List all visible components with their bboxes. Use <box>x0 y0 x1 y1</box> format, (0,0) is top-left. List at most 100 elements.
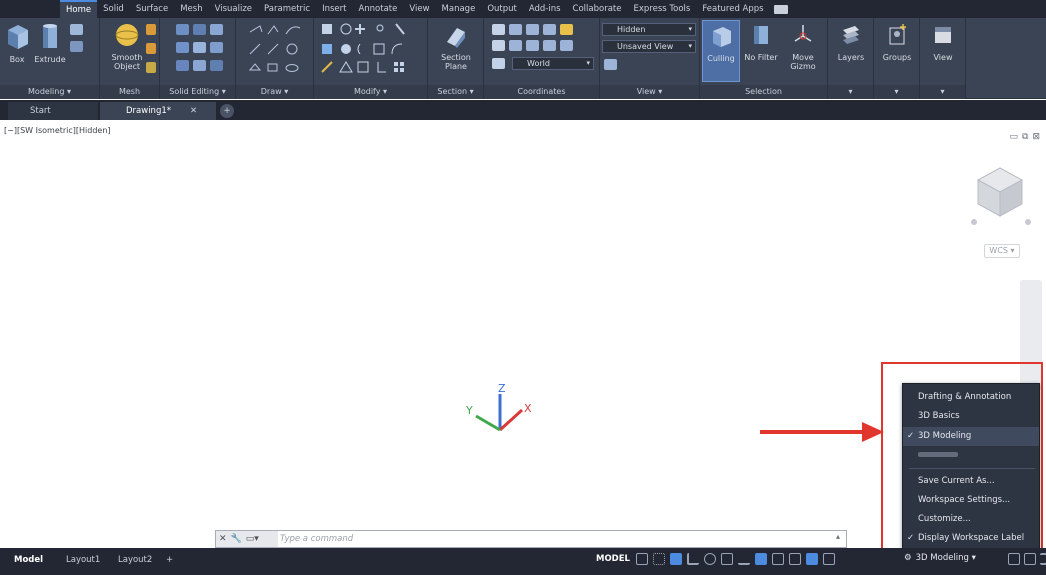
isodraft-icon[interactable] <box>721 553 733 565</box>
ucs-icon[interactable] <box>492 24 505 35</box>
panel-title-solid-editing[interactable]: Solid Editing ▾ <box>160 85 235 99</box>
panel-title-section[interactable]: Section ▾ <box>428 85 483 99</box>
extract-edges-icon[interactable] <box>193 42 206 53</box>
panel-title-coordinates[interactable]: Coordinates <box>484 85 599 99</box>
mesh-refine-icon[interactable] <box>146 62 156 73</box>
ucs-3point-icon[interactable] <box>509 40 522 51</box>
tab-model[interactable]: Model <box>14 552 43 568</box>
mesh-smooth-more-icon[interactable] <box>146 24 156 35</box>
groups-button[interactable]: Groups <box>878 22 916 62</box>
section-plane-button[interactable]: Section Plane <box>436 22 476 71</box>
tab-surface[interactable]: Surface <box>130 0 174 18</box>
menu-item-3d-basics[interactable]: 3D Basics <box>903 407 1039 426</box>
shell-icon[interactable] <box>210 60 223 71</box>
menu-item-customize[interactable]: Customize... <box>903 510 1039 529</box>
close-icon[interactable]: ⊠ <box>1032 132 1040 142</box>
object-snap-icon[interactable] <box>755 553 767 565</box>
minimize-icon[interactable]: ▭ <box>1010 132 1019 142</box>
tab-express-tools[interactable]: Express Tools <box>627 0 696 18</box>
auto-scale-icon[interactable] <box>823 553 835 565</box>
separate-icon[interactable] <box>193 60 206 71</box>
panel-title-selection[interactable]: Selection <box>700 85 827 99</box>
ucs-x-icon[interactable] <box>509 24 522 35</box>
no-filter-button[interactable]: No Filter <box>742 22 780 62</box>
tab-annotate[interactable]: Annotate <box>352 0 403 18</box>
ucs-toggle-icon[interactable] <box>789 553 801 565</box>
slice-icon[interactable] <box>176 42 189 53</box>
tab-add-ins[interactable]: Add-ins <box>523 0 567 18</box>
ucs-world-dropdown[interactable]: World ▾ <box>512 57 594 70</box>
tab-visualize[interactable]: Visualize <box>209 0 258 18</box>
union-icon[interactable] <box>176 24 189 35</box>
ucs-z-icon[interactable] <box>543 24 556 35</box>
panel-title-modeling[interactable]: Modeling ▾ <box>0 85 99 99</box>
panel-title-view[interactable]: View ▾ <box>600 85 699 99</box>
ucs-named-icon[interactable] <box>492 58 505 69</box>
object-snap-tracking-icon[interactable] <box>738 553 750 565</box>
ucs-y-icon[interactable] <box>526 24 539 35</box>
tab-view[interactable]: View <box>403 0 435 18</box>
ortho-icon[interactable] <box>687 553 699 565</box>
extrude-button[interactable]: Extrude <box>34 22 66 64</box>
presspull-icon[interactable] <box>70 41 83 52</box>
add-layout-button[interactable]: + <box>166 552 173 568</box>
viewcube-icon[interactable] <box>960 158 1040 238</box>
infer-constraints-icon[interactable] <box>670 553 682 565</box>
culling-button[interactable]: Culling <box>702 20 740 82</box>
intersect-icon[interactable] <box>210 24 223 35</box>
panel-title-layers[interactable]: ▾ <box>828 85 873 99</box>
move-gizmo-button[interactable]: Move Gizmo <box>784 22 822 71</box>
tab-home[interactable]: Home <box>60 0 98 18</box>
smooth-object-button[interactable]: Smooth Object <box>110 22 144 71</box>
menu-item-save-current-as[interactable]: Save Current As... <box>903 472 1039 491</box>
tab-start[interactable]: Start <box>8 102 98 120</box>
menu-item-workspace-settings[interactable]: Workspace Settings... <box>903 491 1039 510</box>
draw-tools-icon[interactable] <box>246 22 308 74</box>
panel-title-mesh[interactable]: Mesh <box>100 85 159 99</box>
tab-layout2[interactable]: Layout2 <box>118 552 152 568</box>
tab-featured-apps[interactable]: Featured Apps <box>696 0 769 18</box>
ucs-view-icon[interactable] <box>492 40 505 51</box>
tab-manage[interactable]: Manage <box>436 0 482 18</box>
new-tab-button[interactable]: + <box>220 104 234 118</box>
saved-view-dropdown[interactable]: Unsaved View ▾ <box>602 40 696 53</box>
tab-parametric[interactable]: Parametric <box>258 0 316 18</box>
tab-solid[interactable]: Solid <box>97 0 130 18</box>
recent-commands-icon[interactable]: ▭▾ <box>246 534 259 544</box>
tab-drawing1[interactable]: Drawing1* <box>100 102 216 120</box>
ucs-zaxis-icon[interactable] <box>560 40 573 51</box>
restore-icon[interactable]: ⧉ <box>1022 132 1028 142</box>
command-input[interactable]: Type a command <box>280 531 353 547</box>
interfere-icon[interactable] <box>176 60 189 71</box>
ucs-face-icon[interactable] <box>543 40 556 51</box>
layers-button[interactable]: Layers <box>832 22 870 62</box>
tab-insert[interactable]: Insert <box>316 0 352 18</box>
lineweight-icon[interactable] <box>772 553 784 565</box>
viewport-controls-label[interactable]: [−][SW Isometric][Hidden] <box>4 126 111 135</box>
chevron-up-icon[interactable]: ▴ <box>836 532 840 541</box>
viewport-config-icon[interactable] <box>604 59 617 70</box>
ucs-origin-icon[interactable] <box>560 24 573 35</box>
snap-icon[interactable] <box>653 553 665 565</box>
mesh-smooth-less-icon[interactable] <box>146 43 156 54</box>
subtract-icon[interactable] <box>193 24 206 35</box>
panel-title-view-btn[interactable]: ▾ <box>920 85 965 99</box>
model-space-toggle[interactable]: MODEL <box>596 554 630 564</box>
wrench-icon[interactable]: 🔧 <box>231 534 242 544</box>
isolate-objects-icon[interactable] <box>1008 553 1020 565</box>
tab-collaborate[interactable]: Collaborate <box>567 0 628 18</box>
tab-layout1[interactable]: Layout1 <box>66 552 100 568</box>
close-icon[interactable]: ✕ <box>219 534 227 544</box>
polar-icon[interactable] <box>704 553 716 565</box>
menu-item-blurred[interactable] <box>903 446 1039 465</box>
ribbon-toggle-icon[interactable] <box>773 4 788 14</box>
clean-screen-icon[interactable] <box>1024 553 1036 565</box>
workspace-switch[interactable]: ⚙ 3D Modeling ▾ <box>904 553 976 563</box>
customization-menu-icon[interactable] <box>1040 553 1046 565</box>
annotation-visibility-icon[interactable] <box>806 553 818 565</box>
visual-style-dropdown[interactable]: Hidden ▾ <box>602 23 696 36</box>
grid-icon[interactable] <box>636 553 648 565</box>
box-button[interactable]: Box <box>2 22 32 64</box>
ucs-object-icon[interactable] <box>526 40 539 51</box>
menu-item-drafting-annotation[interactable]: Drafting & Annotation <box>903 388 1039 407</box>
